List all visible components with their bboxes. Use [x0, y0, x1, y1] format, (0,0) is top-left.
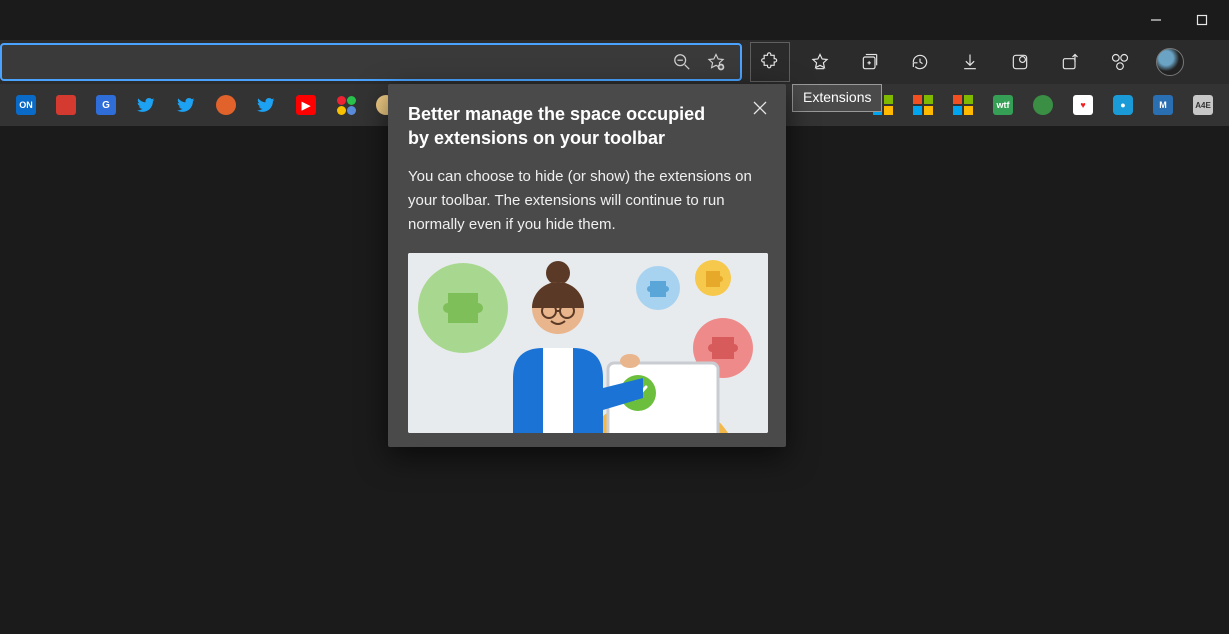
green-camera-bookmark[interactable]	[1033, 95, 1053, 115]
on-bookmark[interactable]: ON	[16, 95, 36, 115]
multicolor-bookmark[interactable]	[336, 95, 356, 115]
extensions-tip-flyout: Better manage the space occupied by exte…	[388, 84, 786, 447]
address-bar[interactable]	[0, 43, 742, 81]
orange-circle-bookmark[interactable]	[216, 95, 236, 115]
google-translate-bookmark[interactable]: G	[96, 95, 116, 115]
flyout-close-button[interactable]	[746, 94, 774, 122]
history-button[interactable]	[900, 42, 940, 82]
wtf-bookmark[interactable]: wtf	[993, 95, 1013, 115]
extensions-tooltip: Extensions	[792, 84, 882, 112]
collections-button[interactable]	[850, 42, 890, 82]
youtube-bookmark[interactable]: ▶	[296, 95, 316, 115]
red-diamond-bookmark[interactable]	[56, 95, 76, 115]
flyout-title: Better manage the space occupied by exte…	[408, 102, 718, 151]
window-minimize-button[interactable]	[1133, 4, 1179, 36]
zoom-out-icon[interactable]	[668, 48, 696, 76]
blue-camera-bookmark[interactable]: ●	[1113, 95, 1133, 115]
a4e-bookmark[interactable]: A4E	[1193, 95, 1213, 115]
microsoft-bookmark-2[interactable]	[913, 95, 933, 115]
downloads-button[interactable]	[950, 42, 990, 82]
heart-bookmark[interactable]: ♥	[1073, 95, 1093, 115]
window-maximize-button[interactable]	[1179, 4, 1225, 36]
favorites-button[interactable]	[800, 42, 840, 82]
web-capture-button[interactable]	[1000, 42, 1040, 82]
twitter-bookmark-1[interactable]	[136, 95, 156, 115]
flyout-body: You can choose to hide (or show) the ext…	[408, 165, 766, 237]
browser-toolbar	[0, 40, 1229, 84]
flyout-illustration	[408, 253, 768, 433]
twitter-bookmark-2[interactable]	[176, 95, 196, 115]
window-titlebar	[0, 0, 1229, 40]
m-bookmark[interactable]: M	[1153, 95, 1173, 115]
extensions-button[interactable]	[750, 42, 790, 82]
profile-avatar-button[interactable]	[1156, 48, 1184, 76]
share-button[interactable]	[1050, 42, 1090, 82]
microsoft-bookmark-3[interactable]	[953, 95, 973, 115]
performance-button[interactable]	[1100, 42, 1140, 82]
add-favorite-icon[interactable]	[702, 48, 730, 76]
twitter-bookmark-3[interactable]	[256, 95, 276, 115]
bookmarks-bar-right: wtf ♥ ● M A4E	[863, 84, 1223, 126]
